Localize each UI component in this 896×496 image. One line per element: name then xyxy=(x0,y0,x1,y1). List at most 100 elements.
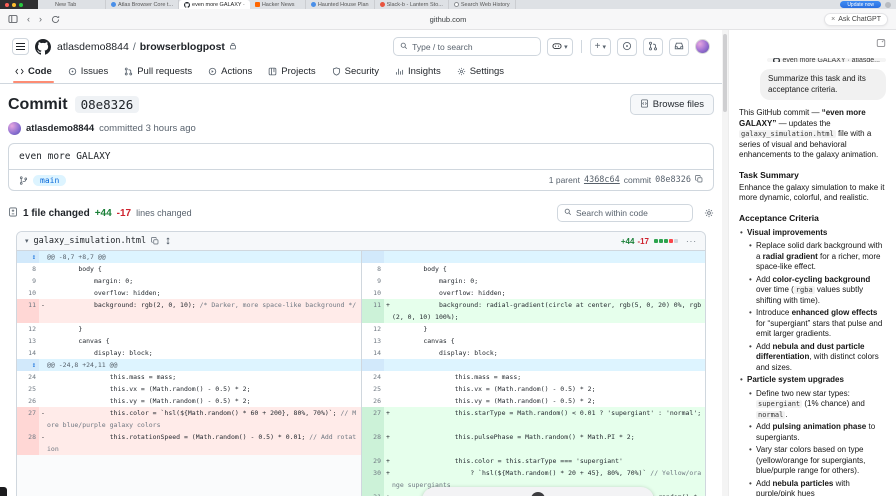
gear-icon[interactable] xyxy=(704,208,714,218)
hamburger-menu-icon[interactable] xyxy=(12,38,29,55)
copy-icon[interactable] xyxy=(695,175,703,185)
branch-badge[interactable]: main xyxy=(33,174,67,186)
tab-slack-b-lantern-sto[interactable]: Slack-b - Lantern Sto... xyxy=(375,0,449,9)
window-controls[interactable] xyxy=(0,0,38,9)
pull-requests-header-button[interactable] xyxy=(643,37,663,56)
line-number[interactable]: ↕ xyxy=(17,359,39,371)
line-number[interactable] xyxy=(362,251,384,263)
file-name[interactable]: galaxy_simulation.html xyxy=(34,236,147,246)
tab-label: Atlas Browser Core t... xyxy=(118,1,174,8)
minimize-window-icon[interactable] xyxy=(12,2,16,7)
sidebar-toggle-icon[interactable] xyxy=(8,14,18,24)
line-number[interactable]: 10 xyxy=(362,287,384,299)
line-number[interactable] xyxy=(17,467,39,491)
copilot-button[interactable]: ▾ xyxy=(547,37,573,56)
tab-even-more-galaxy[interactable]: even more GALAXY · xyxy=(179,0,250,9)
nav-tab-issues[interactable]: Issues xyxy=(61,66,115,83)
line-number[interactable]: 26 xyxy=(362,395,384,407)
scrollbar[interactable] xyxy=(722,30,728,496)
line-number[interactable]: 12 xyxy=(17,323,39,335)
profile-icon[interactable] xyxy=(885,1,891,8)
line-number[interactable]: 9 xyxy=(362,275,384,287)
line-number[interactable]: 24 xyxy=(17,371,39,383)
parent-hash-link[interactable]: 4368c64 xyxy=(584,175,620,185)
line-number[interactable]: 12 xyxy=(362,323,384,335)
line-number[interactable]: 8 xyxy=(17,263,39,275)
nav-tab-projects[interactable]: Projects xyxy=(261,66,322,83)
context-chip[interactable]: even more GALAXY · atlasde... xyxy=(767,58,886,62)
author-avatar[interactable] xyxy=(8,122,21,135)
nav-tab-code[interactable]: Code xyxy=(8,66,59,83)
tab-atlas-browser-core-t[interactable]: Atlas Browser Core t... xyxy=(106,0,180,9)
expand-diff-icon[interactable] xyxy=(164,237,172,245)
floating-dock[interactable] xyxy=(422,487,654,496)
reload-icon[interactable] xyxy=(51,15,60,24)
forward-icon[interactable]: › xyxy=(39,14,42,24)
nav-tab-settings[interactable]: Settings xyxy=(450,66,511,83)
line-number[interactable]: 11 xyxy=(362,299,384,323)
zoom-window-icon[interactable] xyxy=(19,2,23,7)
github-search-input[interactable]: Type / to search xyxy=(393,37,542,56)
tab-new-tab[interactable]: New Tab xyxy=(50,0,106,9)
close-window-icon[interactable] xyxy=(5,2,9,7)
line-number[interactable]: 30 xyxy=(362,467,384,491)
additions-count: +44 xyxy=(94,207,112,219)
tab-haunted-house-plan[interactable]: Haunted House Plan xyxy=(306,0,375,9)
line-number[interactable]: ↕ xyxy=(17,251,39,263)
tab-search-web-history[interactable]: Search Web History xyxy=(449,0,516,9)
chevron-down-icon: ▾ xyxy=(564,43,568,51)
scrollbar-thumb[interactable] xyxy=(723,34,727,112)
line-number[interactable]: 27 xyxy=(17,407,39,431)
create-new-button[interactable]: + ▾ xyxy=(589,37,611,56)
tab-hacker-news[interactable]: Hacker News xyxy=(250,0,306,9)
chevron-down-icon[interactable]: ▾ xyxy=(25,237,29,245)
line-number[interactable]: 25 xyxy=(17,383,39,395)
kebab-menu-icon[interactable]: ··· xyxy=(686,237,697,246)
line-number[interactable]: 8 xyxy=(362,263,384,275)
line-number[interactable]: 25 xyxy=(362,383,384,395)
line-number[interactable]: 14 xyxy=(17,347,39,359)
diff-row: 28- this.rotationSpeed = (Math.random() … xyxy=(17,431,705,455)
update-button[interactable]: Update now xyxy=(840,1,881,8)
copy-icon[interactable] xyxy=(151,237,159,245)
line-number[interactable]: 13 xyxy=(362,335,384,347)
line-number[interactable]: 27 xyxy=(362,407,384,431)
search-within-code-input[interactable]: Search within code xyxy=(557,204,693,222)
breadcrumb-owner[interactable]: atlasdemo8844 xyxy=(57,41,129,53)
nav-tab-actions[interactable]: Actions xyxy=(201,66,259,83)
new-chat-icon[interactable] xyxy=(876,35,886,53)
github-logo-icon[interactable] xyxy=(35,38,51,55)
avatar[interactable] xyxy=(695,39,710,54)
diff-row: ↕ @@ -8,7 +8,7 @@ xyxy=(17,251,705,263)
browse-files-button[interactable]: Browse files xyxy=(629,94,714,115)
line-number[interactable]: 13 xyxy=(17,335,39,347)
line-number[interactable]: 28 xyxy=(17,431,39,455)
line-number[interactable]: 29 xyxy=(362,455,384,467)
nav-tab-insights[interactable]: Insights xyxy=(388,66,448,83)
line-number[interactable] xyxy=(362,359,384,371)
address-bar[interactable]: github.com xyxy=(0,15,896,24)
diff-sign xyxy=(384,335,392,347)
nav-tab-security[interactable]: Security xyxy=(325,66,386,83)
diff-sign: + xyxy=(386,301,390,309)
nav-tab-pull-requests[interactable]: Pull requests xyxy=(117,66,199,83)
inbox-button[interactable] xyxy=(669,37,689,56)
back-icon[interactable]: ‹ xyxy=(27,14,30,24)
line-number[interactable]: 26 xyxy=(17,395,39,407)
files-changed-label: 1 file changed xyxy=(23,207,90,219)
dock-circle-icon[interactable] xyxy=(531,492,545,496)
close-icon[interactable]: × xyxy=(831,16,835,23)
issues-header-button[interactable] xyxy=(617,37,637,56)
line-number[interactable]: 10 xyxy=(17,287,39,299)
line-number[interactable]: 28 xyxy=(362,431,384,455)
breadcrumb-repo[interactable]: browserblogpost xyxy=(140,41,225,53)
line-number[interactable]: 9 xyxy=(17,275,39,287)
line-number[interactable]: 11 xyxy=(17,299,39,323)
line-number[interactable]: 24 xyxy=(362,371,384,383)
line-number[interactable]: 31 xyxy=(362,491,384,496)
line-number[interactable] xyxy=(17,455,39,467)
line-number[interactable] xyxy=(17,491,39,496)
line-number[interactable]: 14 xyxy=(362,347,384,359)
author-name[interactable]: atlasdemo8844 xyxy=(26,123,94,134)
ask-chatgpt-chip[interactable]: × Ask ChatGPT xyxy=(824,12,888,26)
